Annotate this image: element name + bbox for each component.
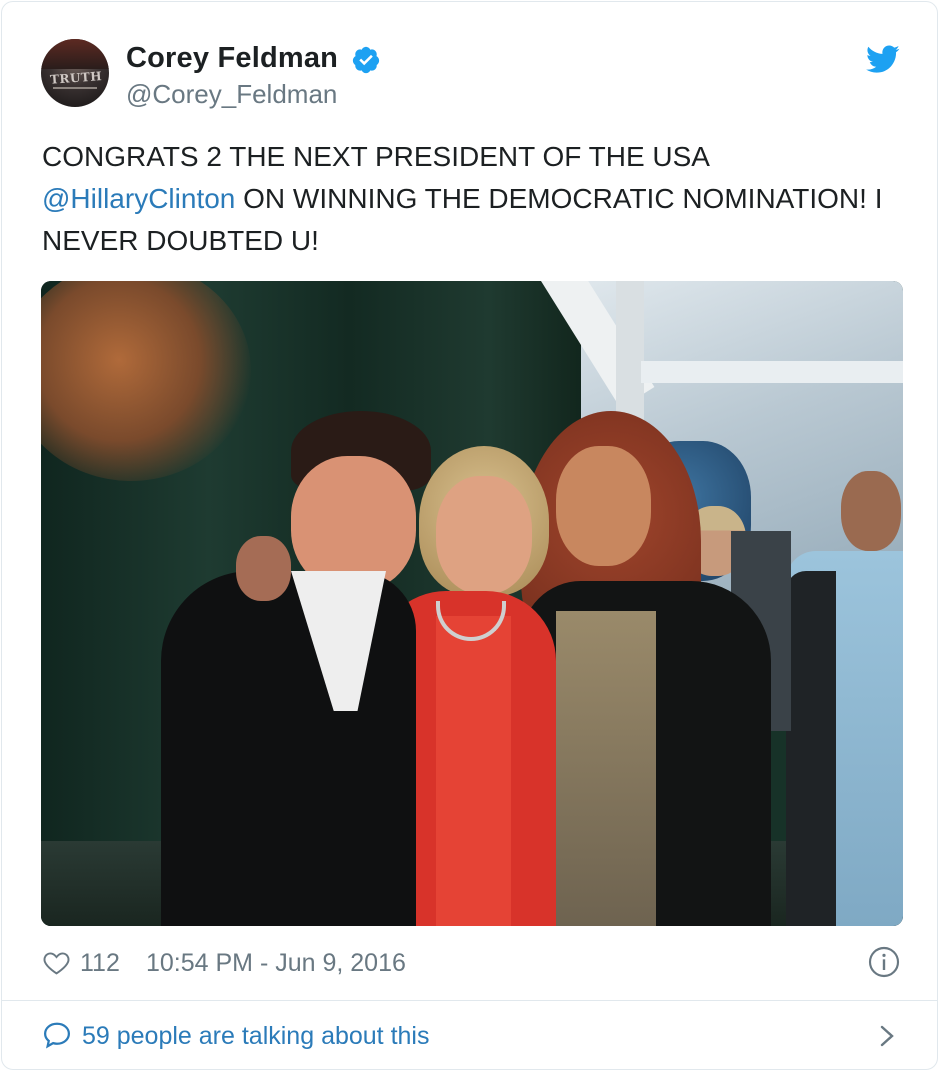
photo-bystander-jacket	[786, 571, 836, 926]
author-handle[interactable]: @Corey_Feldman	[126, 79, 337, 110]
author-avatar[interactable]: TRUTH	[41, 39, 109, 107]
photo-rafter	[641, 361, 903, 383]
photo-woman-dress	[556, 611, 656, 926]
twitter-bird-icon[interactable]	[866, 45, 900, 74]
verified-badge-icon	[352, 46, 380, 74]
photo-center-face	[436, 476, 532, 594]
tweet-text: CONGRATS 2 THE NEXT PRESIDENT OF THE USA…	[42, 136, 902, 262]
photo-woman-face	[556, 446, 651, 566]
talking-about-link[interactable]: 59 people are talking about this	[82, 1022, 429, 1051]
embedded-tweet-card: TRUTH Corey Feldman @Corey_Feldman CONGR…	[1, 1, 938, 1070]
avatar-logo-text: TRUTH	[49, 69, 103, 87]
like-count[interactable]: 112	[80, 949, 120, 978]
avatar-background	[41, 39, 109, 69]
photo-bg-person-left	[236, 536, 291, 601]
tweet-text-line1: CONGRATS 2 THE NEXT PRESIDENT OF THE USA	[42, 141, 710, 172]
footer-divider	[2, 1000, 937, 1001]
chevron-right-icon[interactable]	[876, 1021, 898, 1051]
info-icon[interactable]	[868, 946, 900, 978]
photo-left-jacket	[161, 571, 416, 926]
heart-icon[interactable]	[42, 948, 71, 977]
avatar-underline	[53, 87, 97, 89]
mention-link[interactable]: @HillaryClinton	[42, 183, 235, 214]
tweet-photo[interactable]	[41, 281, 903, 926]
photo-center-top	[436, 616, 511, 926]
speech-bubble-icon[interactable]	[42, 1020, 72, 1050]
tweet-timestamp[interactable]: 10:54 PM - Jun 9, 2016	[146, 949, 406, 978]
author-name[interactable]: Corey Feldman	[126, 42, 338, 75]
photo-bystander-head	[841, 471, 901, 551]
